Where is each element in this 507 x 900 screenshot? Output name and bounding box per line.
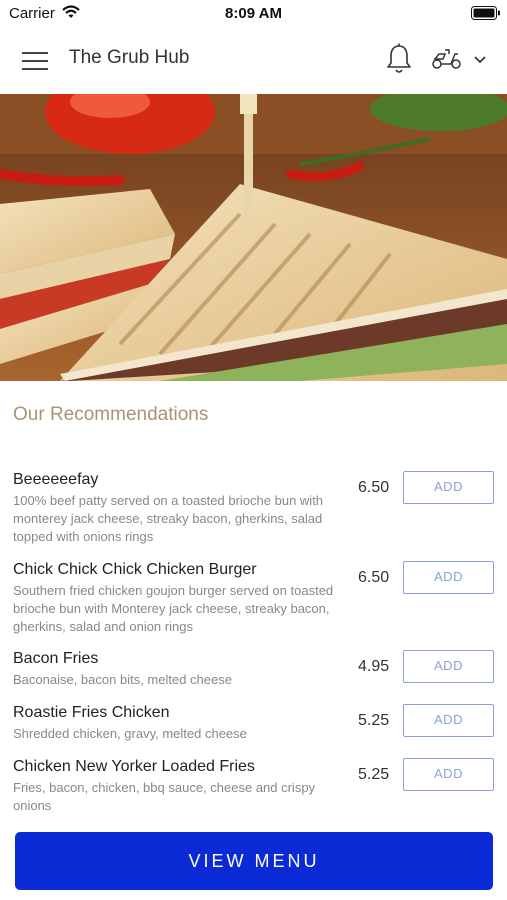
- item-price: 4.95: [358, 658, 390, 675]
- item-description: 100% beef patty served on a toasted brio…: [13, 493, 324, 544]
- item-name: Roastie Fries Chicken: [13, 704, 170, 721]
- item-name: Bacon Fries: [13, 650, 99, 667]
- add-button[interactable]: ADD: [403, 561, 494, 594]
- bell-icon[interactable]: [385, 43, 413, 75]
- menu-icon[interactable]: [22, 50, 48, 72]
- item-description: Baconaise, bacon bits, melted cheese: [13, 672, 232, 687]
- item-name: Chicken New Yorker Loaded Fries: [13, 758, 255, 775]
- item-price: 5.25: [358, 766, 390, 783]
- list-item: Roastie Fries Chicken Shredded chicken, …: [0, 704, 507, 749]
- list-item: Chicken New Yorker Loaded Fries Fries, b…: [0, 758, 507, 818]
- hero-image: [0, 94, 507, 381]
- item-price: 6.50: [358, 569, 390, 586]
- item-description: Shredded chicken, gravy, melted cheese: [13, 726, 247, 741]
- chevron-down-icon[interactable]: [473, 55, 487, 65]
- add-button[interactable]: ADD: [403, 758, 494, 791]
- item-name: Beeeeeefay: [13, 471, 99, 488]
- app-header: The Grub Hub: [0, 28, 507, 94]
- item-name: Chick Chick Chick Chicken Burger: [13, 561, 257, 578]
- add-button[interactable]: ADD: [403, 650, 494, 683]
- list-item: Bacon Fries Baconaise, bacon bits, melte…: [0, 650, 507, 695]
- section-title: Our Recommendations: [13, 404, 209, 425]
- item-description: Fries, bacon, chicken, bbq sauce, cheese…: [13, 780, 316, 813]
- item-price: 5.25: [358, 712, 390, 729]
- scooter-icon[interactable]: [431, 48, 463, 70]
- status-bar: Carrier 8:09 AM: [0, 0, 507, 28]
- battery-icon: [471, 6, 500, 20]
- add-button[interactable]: ADD: [403, 704, 494, 737]
- view-menu-button[interactable]: VIEW MENU: [15, 832, 493, 890]
- add-button[interactable]: ADD: [403, 471, 494, 504]
- status-time: 8:09 AM: [225, 5, 282, 22]
- list-item: Beeeeeefay 100% beef patty served on a t…: [0, 471, 507, 551]
- item-description: Southern fried chicken goujon burger ser…: [13, 583, 334, 634]
- list-item: Chick Chick Chick Chicken Burger Souther…: [0, 561, 507, 641]
- item-price: 6.50: [358, 479, 390, 496]
- app-title: The Grub Hub: [69, 47, 190, 68]
